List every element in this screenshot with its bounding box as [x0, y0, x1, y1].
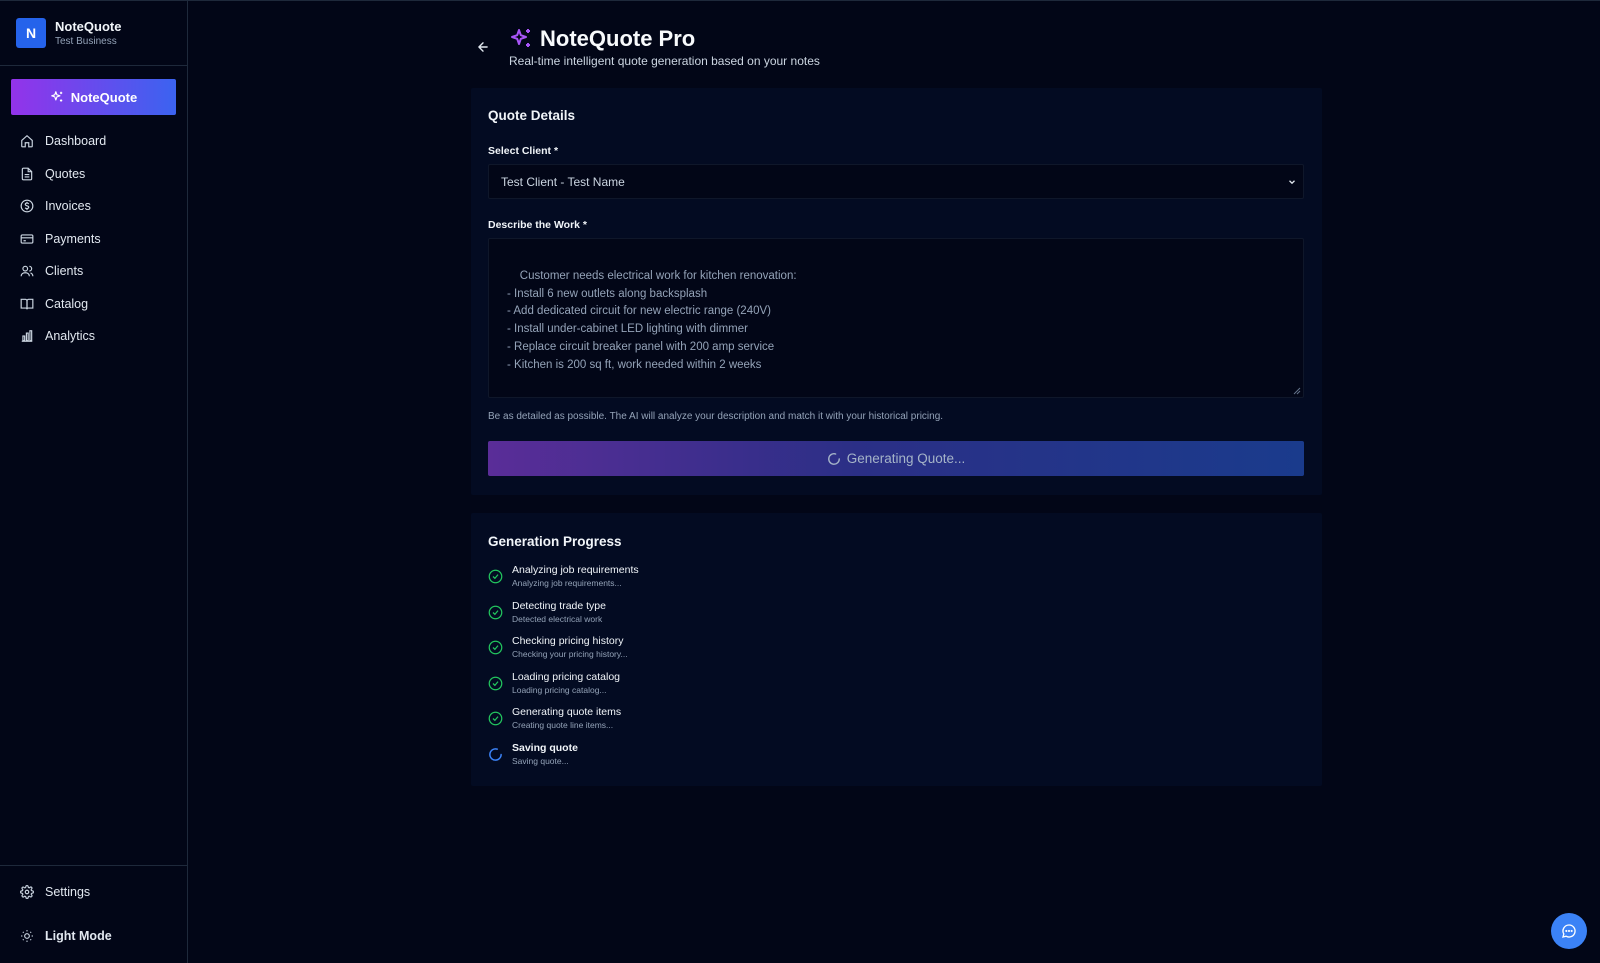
spinner-icon: [827, 452, 840, 465]
step-detail: Detected electrical work: [512, 613, 603, 624]
description-hint: Be as detailed as possible. The AI will …: [488, 411, 944, 422]
sparkles-icon: [511, 29, 530, 47]
dollar-circle-icon: [20, 198, 36, 214]
page-title: NoteQuote Pro: [540, 26, 696, 51]
step-title: Saving quote: [512, 741, 578, 754]
sidebar-item-label: Clients: [45, 264, 84, 279]
sidebar-divider: [0, 865, 188, 866]
document-icon: [20, 166, 36, 182]
sidebar-item-label: Analytics: [45, 329, 96, 344]
sidebar-item-payments[interactable]: Payments: [0, 223, 188, 256]
sidebar-item-clients[interactable]: Clients: [0, 255, 188, 288]
client-select-value: Test Client - Test Name: [501, 174, 625, 189]
progress-step: Loading pricing catalog Loading pricing …: [488, 671, 620, 695]
progress-step: Analyzing job requirements Analyzing job…: [488, 564, 639, 588]
brand-name: NoteQuote: [55, 19, 122, 34]
resize-handle-icon[interactable]: [1293, 387, 1301, 395]
check-circle-icon: [488, 676, 503, 690]
sidebar-item-label: Payments: [45, 231, 101, 246]
check-circle-icon: [488, 569, 503, 584]
step-detail: Creating quote line items...: [512, 720, 614, 730]
quote-details-title: Quote Details: [488, 108, 576, 123]
sidebar-item-label: Invoices: [45, 199, 91, 214]
describe-work-label: Describe the Work *: [488, 219, 588, 231]
sidebar-item-label: Quotes: [45, 166, 86, 181]
spinner-icon: [489, 747, 502, 761]
sidebar-nav: Dashboard Quotes Invoices Payments Clien…: [0, 125, 188, 353]
sparkles-icon: [50, 91, 63, 102]
business-name: Test Business: [55, 36, 117, 47]
sidebar-item-label: Catalog: [45, 296, 89, 311]
select-client-label: Select Client *: [488, 145, 559, 157]
sidebar-item-dashboard[interactable]: Dashboard: [0, 125, 188, 158]
step-detail: Checking your pricing history...: [512, 649, 628, 659]
progress-step: Generating quote items Creating quote li…: [488, 706, 621, 730]
step-title: Generating quote items: [512, 706, 622, 718]
bar-chart-icon: [20, 328, 36, 344]
check-circle-icon: [488, 711, 503, 726]
notequote-button-label: NoteQuote: [70, 89, 138, 105]
generate-quote-button[interactable]: Generating Quote...: [488, 441, 1304, 476]
sidebar-item-invoices[interactable]: Invoices: [0, 190, 188, 223]
step-detail: Analyzing job requirements...: [512, 578, 622, 588]
page-subtitle: Real-time intelligent quote generation b…: [509, 54, 820, 68]
gear-icon: [20, 884, 36, 900]
step-title: Analyzing job requirements: [512, 564, 639, 576]
chat-bubble-icon: [1562, 924, 1576, 938]
light-mode-label: Light Mode: [45, 929, 112, 943]
sidebar-item-settings[interactable]: Settings: [0, 880, 188, 904]
work-description-textarea[interactable]: Customer needs electrical work for kitch…: [488, 238, 1304, 398]
sun-icon: [20, 928, 36, 944]
notequote-button[interactable]: NoteQuote: [11, 79, 176, 115]
check-circle-icon: [488, 605, 503, 619]
sidebar-item-quotes[interactable]: Quotes: [0, 158, 188, 191]
sidebar-item-catalog[interactable]: Catalog: [0, 288, 188, 321]
credit-card-icon: [20, 231, 36, 247]
step-title: Loading pricing catalog: [512, 670, 620, 683]
light-mode-toggle[interactable]: Light Mode: [0, 924, 188, 948]
step-detail: Saving quote...: [512, 755, 569, 766]
check-circle-icon: [488, 640, 503, 655]
users-icon: [20, 263, 36, 279]
back-button[interactable]: [474, 38, 492, 56]
generation-progress-title: Generation Progress: [488, 534, 622, 549]
generation-progress-card: Generation Progress Analyzing job requir…: [471, 513, 1322, 786]
brand-logo: N: [16, 18, 46, 48]
step-title: Detecting trade type: [512, 599, 606, 612]
arrow-left-icon: [478, 42, 488, 52]
book-icon: [20, 296, 36, 312]
chevron-down-icon: [1289, 180, 1295, 185]
progress-step: Detecting trade type Detected electrical…: [488, 600, 606, 624]
home-icon: [20, 133, 36, 149]
chat-button[interactable]: [1551, 913, 1587, 949]
client-select[interactable]: Test Client - Test Name: [488, 164, 1304, 199]
brand-header: N NoteQuote Test Business: [0, 1, 187, 66]
sidebar: N NoteQuote Test Business NoteQuote Dash…: [0, 1, 188, 963]
progress-step: Saving quote Saving quote...: [488, 742, 578, 766]
quote-details-card: Quote Details Select Client * Test Clien…: [471, 88, 1322, 495]
sidebar-item-label: Dashboard: [45, 134, 107, 149]
page-header: NoteQuote Pro: [509, 26, 695, 52]
sidebar-item-analytics[interactable]: Analytics: [0, 320, 188, 353]
step-detail: Loading pricing catalog...: [512, 684, 607, 695]
generate-quote-label: Generating Quote...: [846, 451, 966, 466]
progress-step: Checking pricing history Checking your p…: [488, 635, 628, 659]
work-description-text: Customer needs electrical work for kitch…: [507, 269, 797, 371]
settings-label: Settings: [45, 885, 91, 899]
step-title: Checking pricing history: [512, 635, 624, 647]
